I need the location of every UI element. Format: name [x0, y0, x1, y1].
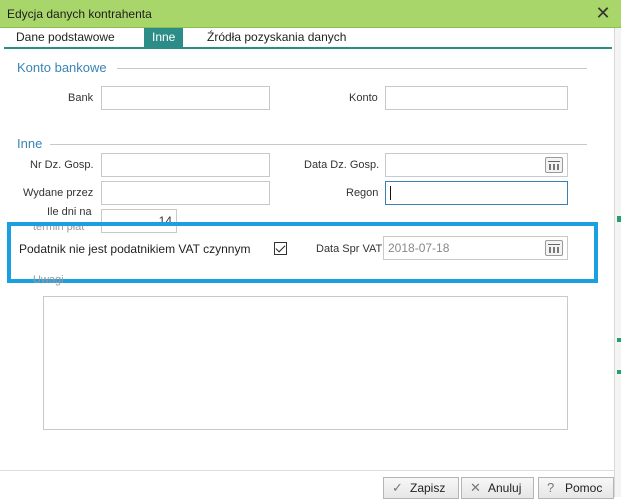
nr-dz-gosp-input[interactable] [101, 153, 270, 177]
data-dz-gosp-input[interactable] [385, 153, 568, 177]
question-icon: ? [547, 480, 555, 495]
vat-checkbox-label: Podatnik nie jest podatnikiem VAT czynny… [19, 242, 251, 256]
ile-dni-label: Ile dni na [47, 206, 92, 218]
bank-label: Bank [68, 92, 94, 104]
footer-divider [0, 470, 614, 471]
close-icon[interactable]: ✕ [592, 2, 614, 24]
nr-dz-gosp-label: Nr Dz. Gosp. [30, 159, 94, 171]
tab-bar: Dane podstawowe Inne Źródła pozyskania d… [4, 28, 612, 49]
background-marker [617, 338, 621, 342]
text-cursor [390, 186, 391, 200]
tab-inne[interactable]: Inne [144, 28, 184, 47]
help-button-label: Pomoc [565, 481, 603, 495]
data-spr-vat-label: Data Spr VAT [316, 243, 383, 255]
save-button[interactable]: ✓ Zapisz [383, 477, 459, 499]
bank-input[interactable] [101, 86, 270, 110]
regon-input[interactable] [385, 181, 568, 205]
section-divider [117, 68, 587, 69]
tab-zrodla-pozyskania[interactable]: Źródła pozyskania danych [199, 28, 354, 47]
wydane-przez-label: Wydane przez [23, 187, 94, 199]
check-icon: ✓ [392, 480, 403, 495]
cancel-button[interactable]: ✕ Anuluj [461, 477, 534, 499]
uwagi-label: Uwagi [33, 274, 64, 286]
data-dz-gosp-label: Data Dz. Gosp. [304, 159, 380, 171]
data-spr-vat-input[interactable] [383, 236, 568, 260]
background-marker [617, 370, 621, 374]
cancel-button-label: Anuluj [488, 481, 522, 495]
save-button-label: Zapisz [410, 481, 446, 495]
section-title-inne: Inne [17, 136, 43, 151]
calendar-icon[interactable] [545, 157, 563, 173]
wydane-przez-input[interactable] [101, 181, 270, 205]
vat-checkbox[interactable] [274, 242, 287, 255]
regon-label: Regon [346, 187, 379, 199]
background-marker [617, 216, 621, 222]
konto-label: Konto [349, 92, 378, 104]
uwagi-textarea[interactable] [43, 296, 568, 430]
section-divider [50, 144, 587, 145]
x-icon: ✕ [470, 480, 481, 495]
calendar-icon[interactable] [545, 240, 563, 256]
window-titlebar: Edycja danych kontrahenta ✕ [0, 0, 621, 28]
section-title-konto-bankowe: Konto bankowe [17, 60, 107, 75]
background-window-edge [614, 28, 621, 497]
window-title: Edycja danych kontrahenta [7, 7, 152, 21]
konto-input[interactable] [385, 86, 568, 110]
tab-dane-podstawowe[interactable]: Dane podstawowe [8, 28, 123, 47]
help-button[interactable]: ? Pomoc [538, 477, 614, 499]
